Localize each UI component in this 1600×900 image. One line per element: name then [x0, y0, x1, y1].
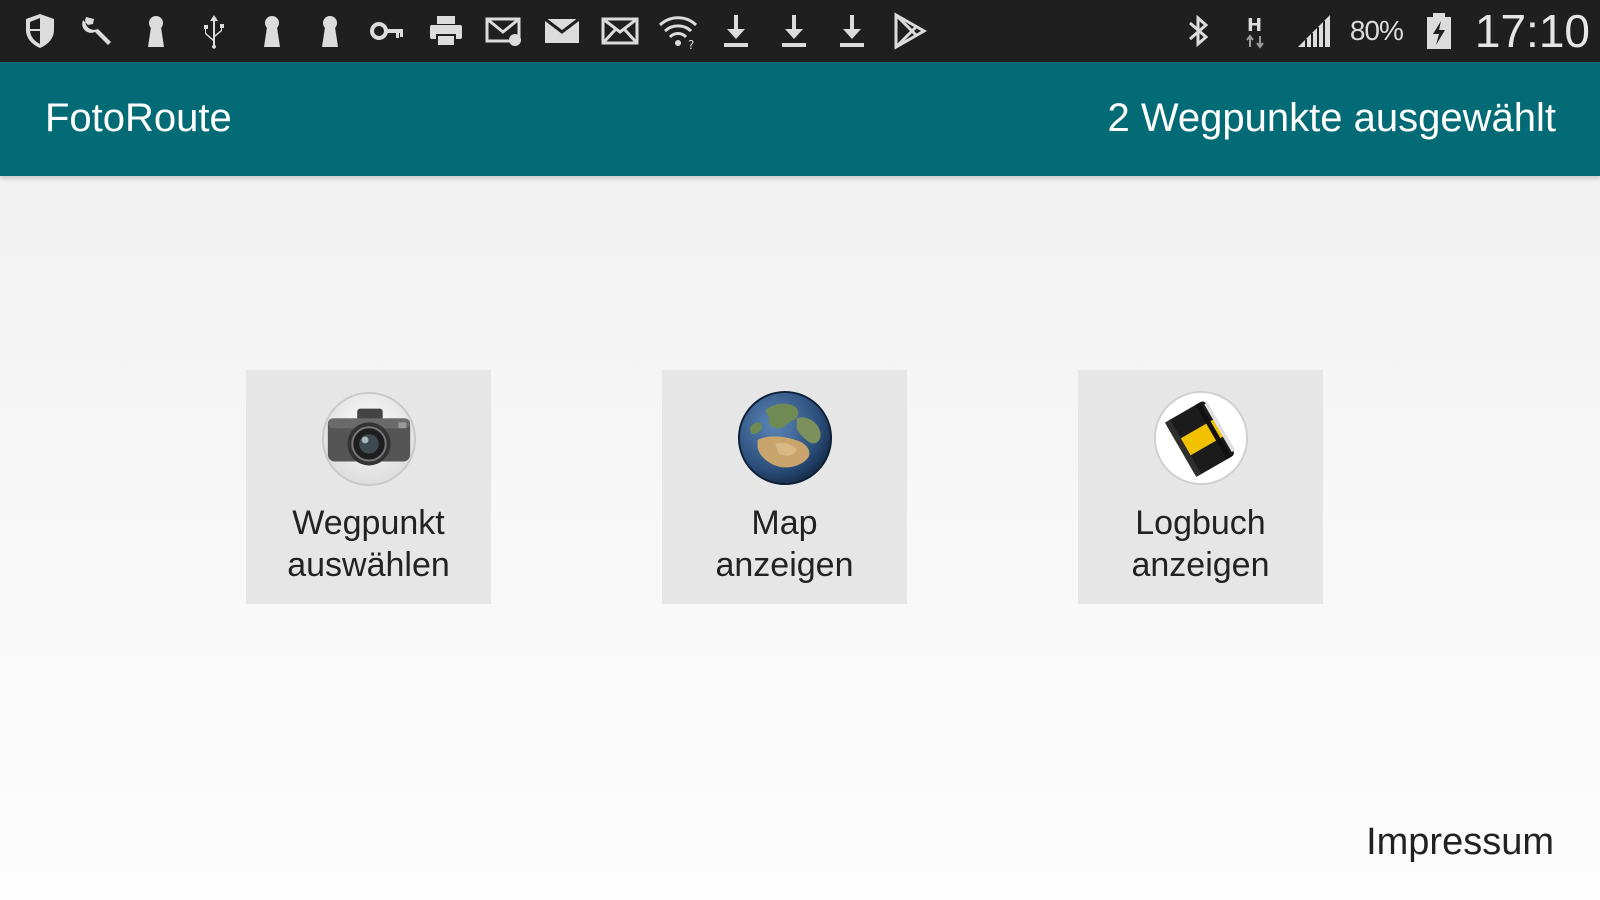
show-logbook-button[interactable]: Logbuch anzeigen	[1078, 370, 1323, 604]
keyhole-icon	[250, 9, 294, 53]
notification-icons: ?	[18, 0, 932, 62]
wrench-icon	[76, 9, 120, 53]
h-network-icon: H	[1234, 9, 1278, 53]
screen: ? H 80% 17:10 FotoRoute 2 Wegpunkte ausg…	[0, 0, 1600, 900]
select-waypoint-button[interactable]: Wegpunkt auswählen	[246, 370, 491, 604]
camera-icon	[321, 391, 416, 487]
printer-icon	[424, 9, 468, 53]
action-bar: FotoRoute 2 Wegpunkte ausgewählt	[0, 62, 1600, 176]
keyhole-icon	[134, 9, 178, 53]
tile-label: Logbuch anzeigen	[1131, 504, 1270, 584]
show-map-button[interactable]: Map anzeigen	[662, 370, 907, 604]
keyhole-icon	[308, 9, 352, 53]
mail-sync-icon	[482, 9, 526, 53]
battery-charging-icon	[1417, 9, 1461, 53]
play-store-icon	[888, 9, 932, 53]
selection-status: 2 Wegpunkte ausgewählt	[1107, 96, 1556, 140]
system-status: H 80% 17:10	[1176, 0, 1590, 62]
shield-icon	[18, 9, 62, 53]
status-bar: ? H 80% 17:10	[0, 0, 1600, 62]
impressum-link[interactable]: Impressum	[1366, 821, 1554, 864]
tile-label: Map anzeigen	[715, 504, 854, 584]
signal-icon	[1292, 9, 1336, 53]
clock: 17:10	[1474, 5, 1590, 57]
usb-icon	[192, 9, 236, 53]
key-icon	[366, 9, 410, 53]
download-icon	[714, 9, 758, 53]
notebook-icon	[1153, 390, 1248, 486]
battery-percent: 80%	[1349, 15, 1404, 46]
app-title: FotoRoute	[45, 96, 232, 140]
svg-text:?: ?	[688, 38, 694, 51]
svg-text:H: H	[1247, 15, 1262, 36]
tile-label: Wegpunkt auswählen	[287, 504, 450, 584]
download-icon	[772, 9, 816, 53]
mail-open-icon	[598, 9, 642, 53]
bluetooth-icon	[1176, 9, 1220, 53]
mail-icon	[540, 9, 584, 53]
globe-icon	[737, 390, 832, 486]
download-icon	[830, 9, 874, 53]
wifi-question-icon: ?	[656, 9, 700, 53]
